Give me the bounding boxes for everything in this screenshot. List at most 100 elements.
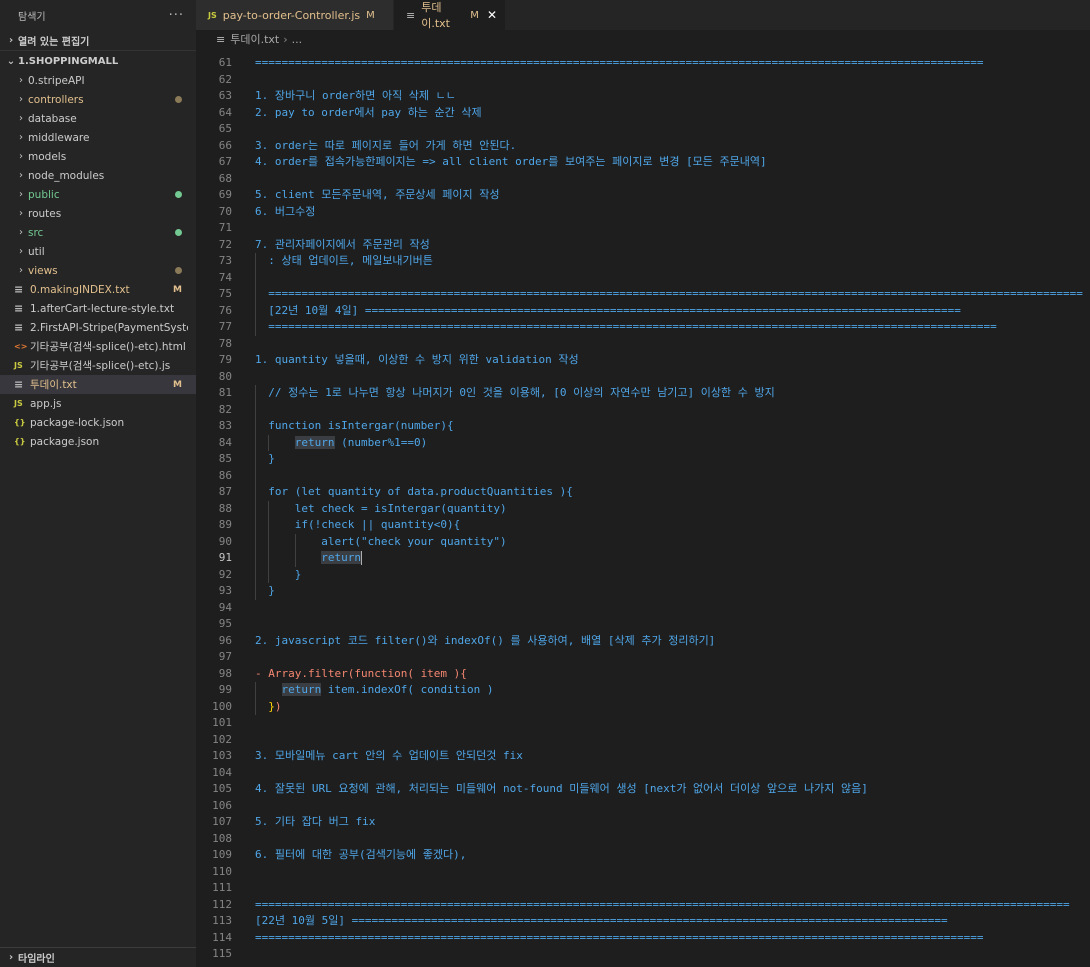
more-actions-icon[interactable]: ···	[169, 8, 184, 23]
line-text: })	[268, 699, 282, 713]
code-line[interactable]: 114 =====================================…	[196, 930, 1090, 947]
tree-item-label: src	[28, 226, 44, 239]
folder-item[interactable]: › src	[0, 223, 196, 242]
code-line[interactable]: 62	[196, 72, 1090, 89]
code-line[interactable]: 111	[196, 880, 1090, 897]
file-item[interactable]: ≡ 0.makingINDEX.txt M	[0, 280, 196, 299]
code-line[interactable]: 101	[196, 715, 1090, 732]
line-number: 104	[212, 765, 232, 779]
code-editor[interactable]: 61 ======================================…	[196, 48, 1090, 967]
chevron-right-icon: ›	[19, 208, 23, 219]
code-line[interactable]: 67 4. order를 접속가능한페이지는 => all client orde…	[196, 154, 1090, 171]
code-line[interactable]: 75 =====================================…	[196, 286, 1090, 303]
code-line[interactable]: 66 3. order는 따로 페이지로 들어 가게 하면 안된다.	[196, 138, 1090, 155]
code-line[interactable]: 76 [22년 10월 4일] ========================…	[196, 303, 1090, 320]
folder-item[interactable]: › middleware	[0, 128, 196, 147]
code-line[interactable]: 96 2. javascript 코드 filter()와 indexOf() 를…	[196, 633, 1090, 650]
folder-item[interactable]: › util	[0, 242, 196, 261]
code-line[interactable]: 86	[196, 468, 1090, 485]
folder-item[interactable]: › node_modules	[0, 166, 196, 185]
folder-item[interactable]: › views	[0, 261, 196, 280]
code-line[interactable]: 102	[196, 732, 1090, 749]
code-line[interactable]: 100 })	[196, 699, 1090, 716]
file-item[interactable]: JS app.js	[0, 394, 196, 413]
line-number: 73	[218, 254, 232, 267]
code-line[interactable]: 108	[196, 831, 1090, 848]
json-file-icon: {}	[14, 437, 26, 446]
code-line[interactable]: 74	[196, 270, 1090, 287]
code-line[interactable]: 63 1. 장바구니 order하면 아직 삭제 ㄴㄴ	[196, 88, 1090, 105]
code-line[interactable]: 88 let check = isIntergar(quantity)	[196, 501, 1090, 518]
code-line[interactable]: 65	[196, 121, 1090, 138]
line-number: 66	[218, 138, 232, 152]
file-item[interactable]: {} package.json	[0, 432, 196, 451]
open-editors-section[interactable]: › 열려 있는 편집기	[0, 30, 196, 51]
file-item[interactable]: <> 기타공부(검색-splice()-etc).html	[0, 337, 196, 356]
code-line[interactable]: 89 if(!check || quantity<0){	[196, 517, 1090, 534]
code-line[interactable]: 70 6. 버그수정	[196, 204, 1090, 221]
code-line[interactable]: 92 }	[196, 567, 1090, 584]
line-number: 103	[212, 749, 232, 762]
folder-item[interactable]: › 0.stripeAPI	[0, 71, 196, 90]
code-line[interactable]: 79 1. quantity 넣을때, 이상한 수 방지 위한 validatio…	[196, 352, 1090, 369]
tab-pay-to-order-controller[interactable]: JS pay-to-order-Controller.js M	[196, 0, 394, 30]
project-section[interactable]: ⌄ 1.SHOPPINGMALL	[0, 51, 196, 71]
code-line[interactable]: 69 5. client 모든주문내역, 주문상세 페이지 작성	[196, 187, 1090, 204]
code-line[interactable]: 82	[196, 402, 1090, 419]
code-line[interactable]: 106	[196, 798, 1090, 815]
code-line[interactable]: 71	[196, 220, 1090, 237]
file-item[interactable]: ≡ 투데이.txt M	[0, 375, 196, 394]
line-text: 1. quantity 넣을때, 이상한 수 방지 위한 validation …	[255, 353, 579, 366]
file-item[interactable]: ≡ 1.afterCart-lecture-style.txt	[0, 299, 196, 318]
code-line[interactable]: 115	[196, 946, 1090, 963]
code-line[interactable]: 85 }	[196, 451, 1090, 468]
folder-item[interactable]: › routes	[0, 204, 196, 223]
tree-item-label: views	[28, 264, 58, 277]
code-line[interactable]: 97	[196, 649, 1090, 666]
code-line[interactable]: 64 2. pay to order에서 pay 하는 순간 삭제	[196, 105, 1090, 122]
file-item[interactable]: {} package-lock.json	[0, 413, 196, 432]
file-item[interactable]: ≡ 2.FirstAPI-Stripe(PaymentSyste...	[0, 318, 196, 337]
tree-item-label: routes	[28, 207, 62, 220]
code-line[interactable]: 95	[196, 616, 1090, 633]
code-line[interactable]: 104	[196, 765, 1090, 782]
line-text: if(!check || quantity<0){	[255, 518, 461, 531]
code-line[interactable]: 77 =====================================…	[196, 319, 1090, 336]
code-line[interactable]: 98 - Array.filter(function( item ){	[196, 666, 1090, 683]
chevron-right-icon: ›	[19, 113, 23, 124]
folder-item[interactable]: › database	[0, 109, 196, 128]
breadcrumb-symbol[interactable]: ...	[292, 33, 303, 46]
folder-item[interactable]: › controllers	[0, 90, 196, 109]
code-line[interactable]: 91 return	[196, 550, 1090, 567]
code-line[interactable]: 81 // 정수는 1로 나누면 항상 나머지가 0인 것을 이용해, [0 이…	[196, 385, 1090, 402]
code-line[interactable]: 107 5. 기타 잡다 버그 fix	[196, 814, 1090, 831]
folder-item[interactable]: › models	[0, 147, 196, 166]
folder-item[interactable]: › public	[0, 185, 196, 204]
timeline-section[interactable]: › 타임라인	[0, 947, 196, 967]
code-line[interactable]: 113 [22년 10월 5일] ========================…	[196, 913, 1090, 930]
code-line[interactable]: 84 return (number%1==0)	[196, 435, 1090, 452]
code-line[interactable]: 72 7. 관리자페이지에서 주문관리 작성	[196, 237, 1090, 254]
code-line[interactable]: 110	[196, 864, 1090, 881]
code-line[interactable]: 83 function isIntergar(number){	[196, 418, 1090, 435]
code-line[interactable]: 73 : 상태 업데이트, 메일보내기버튼	[196, 253, 1090, 270]
code-line[interactable]: 103 3. 모바일메뉴 cart 안의 수 업데이트 안되던것 fix	[196, 748, 1090, 765]
status-dot-icon	[175, 96, 182, 103]
code-line[interactable]: 68	[196, 171, 1090, 188]
close-icon[interactable]: ✕	[487, 8, 497, 22]
code-line[interactable]: 78	[196, 336, 1090, 353]
file-item[interactable]: JS 기타공부(검색-splice()-etc).js	[0, 356, 196, 375]
code-line[interactable]: 109 6. 필터에 대한 공부(검색기능에 좋겠다),	[196, 847, 1090, 864]
code-line[interactable]: 90 alert("check your quantity")	[196, 534, 1090, 551]
code-line[interactable]: 61 ======================================…	[196, 55, 1090, 72]
html-file-icon: <>	[14, 342, 28, 351]
code-line[interactable]: 112 =====================================…	[196, 897, 1090, 914]
code-line[interactable]: 80	[196, 369, 1090, 386]
code-line[interactable]: 87 for (let quantity of data.productQuan…	[196, 484, 1090, 501]
breadcrumb-file[interactable]: 투데이.txt	[230, 31, 279, 47]
code-line[interactable]: 93 }	[196, 583, 1090, 600]
code-line[interactable]: 99 return item.indexOf( condition )	[196, 682, 1090, 699]
tab-today-txt[interactable]: ≡ 투데이.txt M ✕	[394, 0, 506, 30]
code-line[interactable]: 105 4. 잘못된 URL 요청에 관해, 처리되는 미들웨어 not-foun…	[196, 781, 1090, 798]
code-line[interactable]: 94	[196, 600, 1090, 617]
